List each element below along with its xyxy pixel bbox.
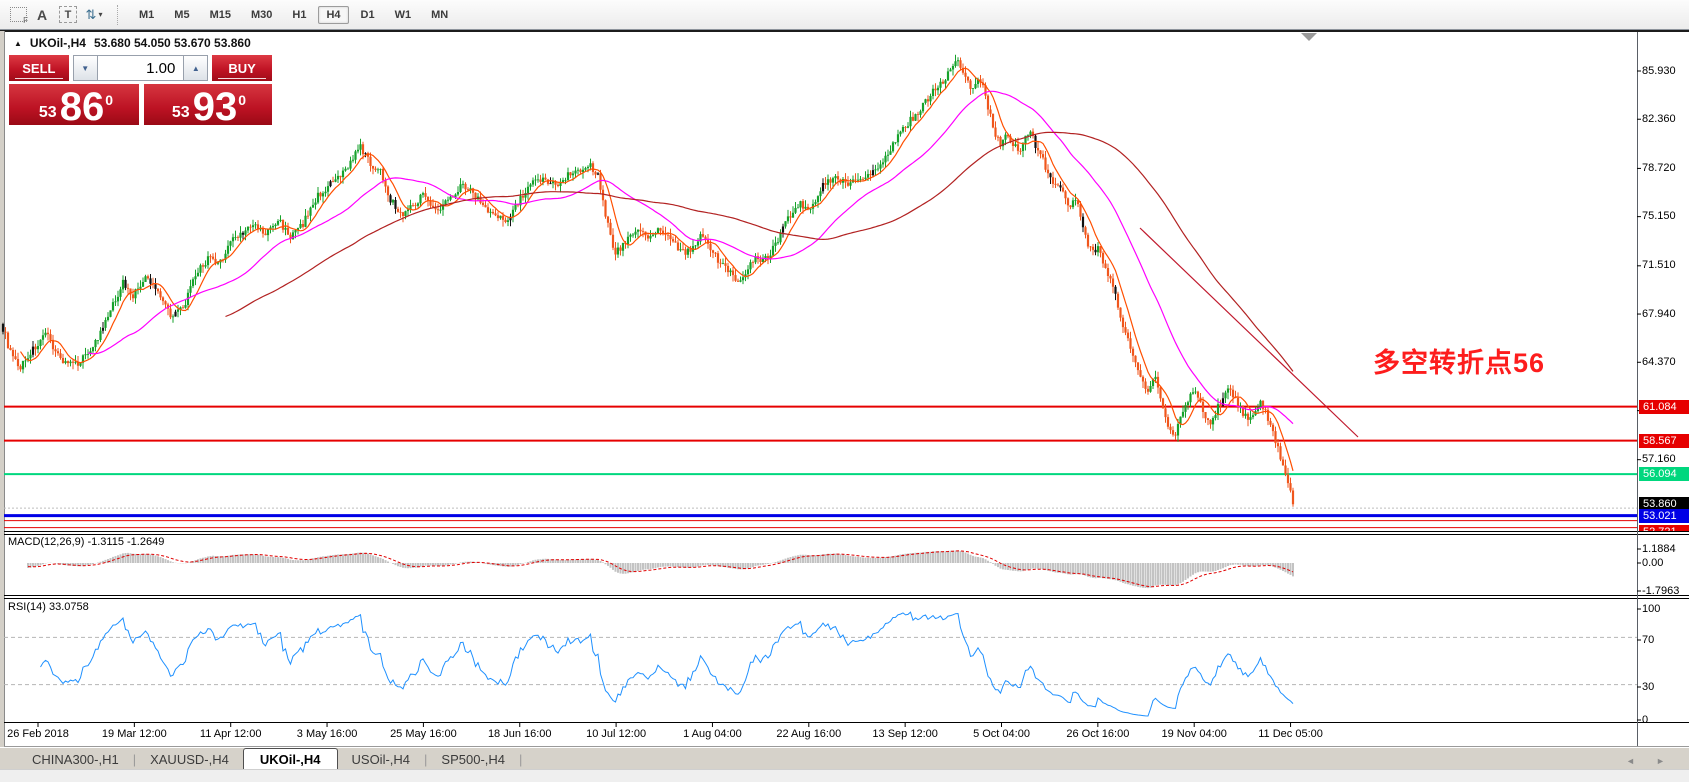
price-tick-78.720: 78.720 (1642, 162, 1688, 175)
rsi-indicator-label: RSI(14) 33.0758 (8, 601, 89, 613)
price-level-flag-53.021: 53.021 (1639, 509, 1689, 523)
date-label: 22 Aug 16:00 (776, 728, 841, 740)
price-level-flag-56.094: 56.094 (1639, 467, 1689, 481)
macd-indicator-label: MACD(12,26,9) -1.3115 -1.2649 (8, 536, 164, 548)
buy-price-display[interactable]: 53 93 0 (144, 84, 272, 125)
volume-increase-button[interactable]: ▲ (183, 55, 208, 81)
chart-symbol-label: UKOil-,H4 (30, 36, 86, 50)
tab-separator: | (519, 749, 522, 770)
timeframe-button-m1[interactable]: M1 (131, 6, 162, 24)
buy-price-small: 53 (172, 104, 190, 122)
price-level-flag-52.721: 52.721 (1639, 525, 1689, 531)
date-label: 1 Aug 04:00 (683, 728, 742, 740)
arrows-tool-button[interactable]: ⇅ ▾ (83, 4, 105, 26)
tab-scroll-right-icon[interactable]: ► (1656, 756, 1665, 766)
timeframe-button-h1[interactable]: H1 (284, 6, 314, 24)
text-box-tool-button[interactable]: T (57, 4, 79, 26)
date-label: 13 Sep 12:00 (872, 728, 937, 740)
volume-input[interactable]: 1.00 (98, 55, 184, 81)
price-level-flag-61.084: 61.084 (1639, 400, 1689, 414)
chart-annotation-text: 多空转折点56 (1373, 341, 1545, 380)
volume-decrease-button[interactable]: ▼ (73, 55, 98, 81)
chart-window-top-border (0, 29, 1689, 32)
timeframe-button-h4[interactable]: H4 (318, 6, 348, 24)
toolbar-separator (117, 5, 123, 25)
chart-title: ▲ UKOil-,H4 53.680 54.050 53.670 53.860 (14, 36, 251, 50)
crosshair-grid-icon[interactable]: F (2, 4, 27, 26)
chart-tab-xauusdh4[interactable]: XAUUSD-,H4 (136, 749, 243, 770)
sell-price-sup: 0 (105, 92, 113, 108)
date-label: 5 Oct 04:00 (973, 728, 1030, 740)
date-label: 3 May 16:00 (297, 728, 358, 740)
indicator-tick--1.7963: -1.7963 (1642, 585, 1679, 598)
buy-button[interactable]: BUY (212, 55, 272, 81)
indicator-tick-70: 70 (1642, 634, 1654, 647)
grid-f-icon: F (10, 7, 27, 22)
timeframe-button-m15[interactable]: M15 (202, 6, 239, 24)
sell-price-display[interactable]: 53 86 0 (9, 84, 139, 125)
date-label: 19 Nov 04:00 (1161, 728, 1226, 740)
status-bar (0, 769, 1689, 782)
chart-tab-usoilh4[interactable]: USOil-,H4 (338, 749, 425, 770)
date-label: 11 Dec 05:00 (1258, 728, 1323, 740)
tab-scroll-left-icon[interactable]: ◄ (1626, 756, 1635, 766)
mt4-window: F A T ⇅ ▾ M1M5 M15M30H1H4 D1W1MN ▲ UKOil-,… (0, 0, 1689, 782)
price-level-flag-58.567: 58.567 (1639, 434, 1689, 448)
buy-price-big: 93 (193, 90, 238, 125)
chart-tab-bar: CHINA300-,H1 | XAUUSD-,H4UKOil-,H4USOil-,H… (0, 747, 1689, 770)
text-box-icon: T (59, 6, 77, 23)
timeframe-buttons: M1M5 M15M30H1H4 D1W1MN (129, 6, 458, 24)
timeframe-button-m30[interactable]: M30 (243, 6, 280, 24)
sell-price-small: 53 (39, 104, 57, 122)
price-tick-57.160: 57.160 (1642, 453, 1688, 466)
date-label: 26 Oct 16:00 (1066, 728, 1129, 740)
date-label: 26 Feb 2018 (7, 728, 69, 740)
chevron-down-icon[interactable]: ▾ (98, 10, 102, 19)
sell-button[interactable]: SELL (9, 55, 69, 81)
price-tick-67.940: 67.940 (1642, 308, 1688, 321)
indicator-tick-1.1884: 1.1884 (1642, 543, 1676, 556)
price-tick-75.150: 75.150 (1642, 210, 1688, 223)
price-tick-71.510: 71.510 (1642, 259, 1688, 272)
chart-tab-sp500h4[interactable]: SP500-,H4 (427, 749, 519, 770)
date-label: 11 Apr 12:00 (200, 728, 262, 740)
buy-price-sup: 0 (238, 92, 246, 108)
timeframe-button-m5[interactable]: M5 (166, 6, 197, 24)
chart-tab-china300h1[interactable]: CHINA300-,H1 (18, 749, 133, 770)
timeframe-button-w1[interactable]: W1 (387, 6, 420, 24)
text-label-tool-button[interactable]: A (31, 4, 53, 26)
date-label: 19 Mar 12:00 (102, 728, 167, 740)
date-label: 25 May 16:00 (390, 728, 457, 740)
date-label: 10 Jul 12:00 (586, 728, 646, 740)
price-tick-82.360: 82.360 (1642, 113, 1688, 126)
indicator-tick-30: 30 (1642, 681, 1654, 694)
indicator-tick-100: 100 (1642, 603, 1660, 616)
price-tick-64.370: 64.370 (1642, 356, 1688, 369)
chart-ohlc-values: 53.680 54.050 53.670 53.860 (94, 36, 251, 50)
window-left-edge (0, 31, 5, 782)
timeframe-button-mn[interactable]: MN (423, 6, 456, 24)
top-toolbar: F A T ⇅ ▾ M1M5 M15M30H1H4 D1W1MN (0, 0, 1689, 30)
arrows-icon: ⇅ (86, 7, 97, 23)
sell-price-big: 86 (60, 90, 105, 125)
collapse-triangle-icon[interactable]: ▲ (14, 39, 22, 48)
indicator-tick-0.00: 0.00 (1642, 557, 1663, 570)
price-tick-85.930: 85.930 (1642, 65, 1688, 78)
chart-tab-ukoilh4[interactable]: UKOil-,H4 (243, 748, 338, 771)
indicator-tick-0: 0 (1642, 714, 1648, 727)
timeframe-button-d1[interactable]: D1 (353, 6, 383, 24)
one-click-trading-panel: SELL ▼ 1.00 ▲ BUY 53 86 0 53 93 0 (9, 55, 272, 125)
date-label: 18 Jun 16:00 (488, 728, 552, 740)
